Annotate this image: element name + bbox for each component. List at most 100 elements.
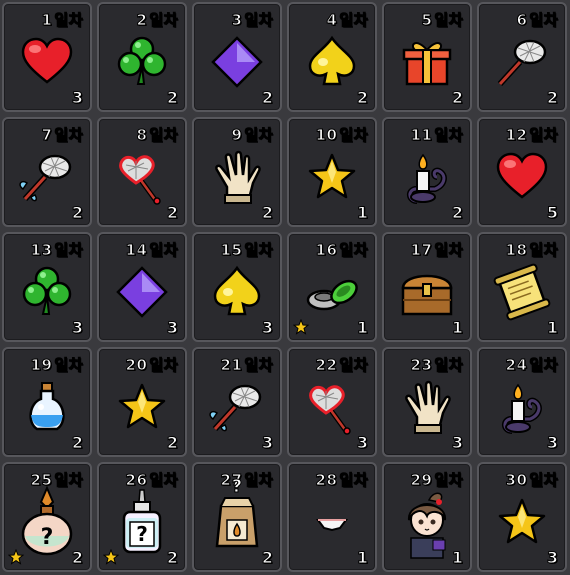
reward-cell-day-10[interactable]: 10 일차 1 [287, 117, 377, 227]
reward-quantity: 2 [451, 203, 463, 223]
day-number: 11 [410, 126, 433, 145]
day-unit: 일차 [149, 126, 178, 145]
day-label: 29 일차 [410, 469, 463, 490]
reward-cell-day-7[interactable]: 7 일차 2 [2, 117, 92, 227]
diamond-icon [209, 34, 265, 90]
day-number: 5 [421, 11, 433, 30]
reward-cell-day-2[interactable]: 2 일차 2 [97, 2, 187, 112]
day-unit: 일차 [339, 11, 368, 30]
grade-star-icon [7, 548, 25, 565]
reward-cell-day-8[interactable]: 8 일차 2 [97, 117, 187, 227]
reward-cell-day-18[interactable]: 18 일차 1 [477, 232, 567, 342]
reward-quantity: 3 [71, 88, 83, 108]
day-unit: 일차 [529, 471, 558, 490]
reward-cell-day-14[interactable]: 14 일차 3 [97, 232, 187, 342]
reward-cell-day-16[interactable]: 16 일차 1 [287, 232, 377, 342]
attendance-reward-grid: 1 일차 3 2 일차 2 3 일차 2 4 일차 2 5 일차 2 6 일차 2 7 일차 2 8 일차 2 9 일차 2 10 일차… [2, 2, 567, 572]
day-label: 19 일차 [30, 354, 83, 375]
day-unit: 일차 [434, 126, 463, 145]
day-unit: 일차 [434, 471, 463, 490]
day-label: 1 일차 [41, 9, 83, 30]
glove-icon [209, 149, 265, 205]
day-label: 8 일차 [136, 124, 178, 145]
reward-cell-day-20[interactable]: 20 일차 2 [97, 347, 187, 457]
grade-star-icon [102, 548, 120, 565]
day-number: 21 [220, 356, 243, 375]
reward-quantity: 2 [71, 548, 83, 568]
day-label: 16 일차 [315, 239, 368, 260]
treasure-chest-icon [399, 264, 455, 320]
reward-cell-day-13[interactable]: 13 일차 3 [2, 232, 92, 342]
star-icon [494, 494, 550, 550]
day-label: 21 일차 [220, 354, 273, 375]
reward-quantity: 1 [546, 318, 558, 338]
day-label: 26 일차 [125, 469, 178, 490]
mystery-flask-icon: ? [19, 485, 75, 556]
reward-cell-day-12[interactable]: 12 일차 5 [477, 117, 567, 227]
reward-cell-day-17[interactable]: 17 일차 1 [382, 232, 472, 342]
spade-icon [304, 34, 360, 90]
day-number: 22 [315, 356, 338, 375]
underwear-icon [304, 494, 360, 550]
reward-cell-day-27[interactable]: 27 일차? 2 [192, 462, 282, 572]
reward-cell-day-23[interactable]: 23 일차 3 [382, 347, 472, 457]
reward-cell-day-24[interactable]: 24 일차 3 [477, 347, 567, 457]
reward-quantity: 2 [261, 203, 273, 223]
reward-cell-day-25[interactable]: 25 일차? 2 [2, 462, 92, 572]
reward-quantity: 3 [356, 433, 368, 453]
day-label: 12 일차 [505, 124, 558, 145]
heart-net-icon [304, 379, 360, 435]
reward-cell-day-11[interactable]: 11 일차 2 [382, 117, 472, 227]
day-unit: 일차 [434, 356, 463, 375]
day-number: 12 [505, 126, 528, 145]
star-icon [304, 149, 360, 205]
reward-cell-day-3[interactable]: 3 일차 2 [192, 2, 282, 112]
reward-cell-day-15[interactable]: 15 일차 3 [192, 232, 282, 342]
reward-cell-day-19[interactable]: 19 일차 2 [2, 347, 92, 457]
reward-quantity: 1 [356, 548, 368, 568]
reward-cell-day-9[interactable]: 9 일차 2 [192, 117, 282, 227]
day-unit: 일차 [244, 126, 273, 145]
grade-star-icon [292, 318, 310, 335]
bracelets-icon [304, 264, 360, 320]
day-unit: 일차 [149, 471, 178, 490]
day-unit: 일차 [339, 471, 368, 490]
reward-cell-day-21[interactable]: 21 일차 3 [192, 347, 282, 457]
day-unit: 일차 [54, 126, 83, 145]
day-label: 5 일차 [421, 9, 463, 30]
reward-quantity: 1 [356, 318, 368, 338]
reward-cell-day-28[interactable]: 28 일차 1 [287, 462, 377, 572]
day-label: 10 일차 [315, 124, 368, 145]
day-label: 13 일차 [30, 239, 83, 260]
day-unit: 일차 [54, 356, 83, 375]
day-number: 18 [505, 241, 528, 260]
svg-text:?: ? [232, 476, 242, 497]
day-number: 8 [136, 126, 148, 145]
reward-quantity: 2 [166, 433, 178, 453]
day-number: 4 [326, 11, 338, 30]
reward-cell-day-29[interactable]: 29 일차 1 [382, 462, 472, 572]
day-number: 1 [41, 11, 53, 30]
clover-icon [19, 264, 75, 320]
reward-quantity: 2 [71, 203, 83, 223]
day-number: 17 [410, 241, 433, 260]
reward-quantity: 3 [261, 433, 273, 453]
reward-quantity: 1 [356, 203, 368, 223]
day-unit: 일차 [149, 11, 178, 30]
reward-cell-day-30[interactable]: 30 일차 3 [477, 462, 567, 572]
reward-cell-day-5[interactable]: 5 일차 2 [382, 2, 472, 112]
reward-cell-day-26[interactable]: 26 일차? 2 [97, 462, 187, 572]
reward-quantity: 2 [261, 548, 273, 568]
day-number: 13 [30, 241, 53, 260]
day-unit: 일차 [529, 126, 558, 145]
reward-quantity: 3 [451, 433, 463, 453]
reward-cell-day-1[interactable]: 1 일차 3 [2, 2, 92, 112]
reward-cell-day-4[interactable]: 4 일차 2 [287, 2, 377, 112]
day-unit: 일차 [54, 11, 83, 30]
mystery-seed-bag-icon: ? [209, 476, 265, 550]
reward-cell-day-22[interactable]: 22 일차 3 [287, 347, 377, 457]
reward-cell-day-6[interactable]: 6 일차 2 [477, 2, 567, 112]
heart-net-icon [114, 149, 170, 205]
character-portrait-icon [399, 492, 455, 559]
reward-quantity: 2 [166, 203, 178, 223]
